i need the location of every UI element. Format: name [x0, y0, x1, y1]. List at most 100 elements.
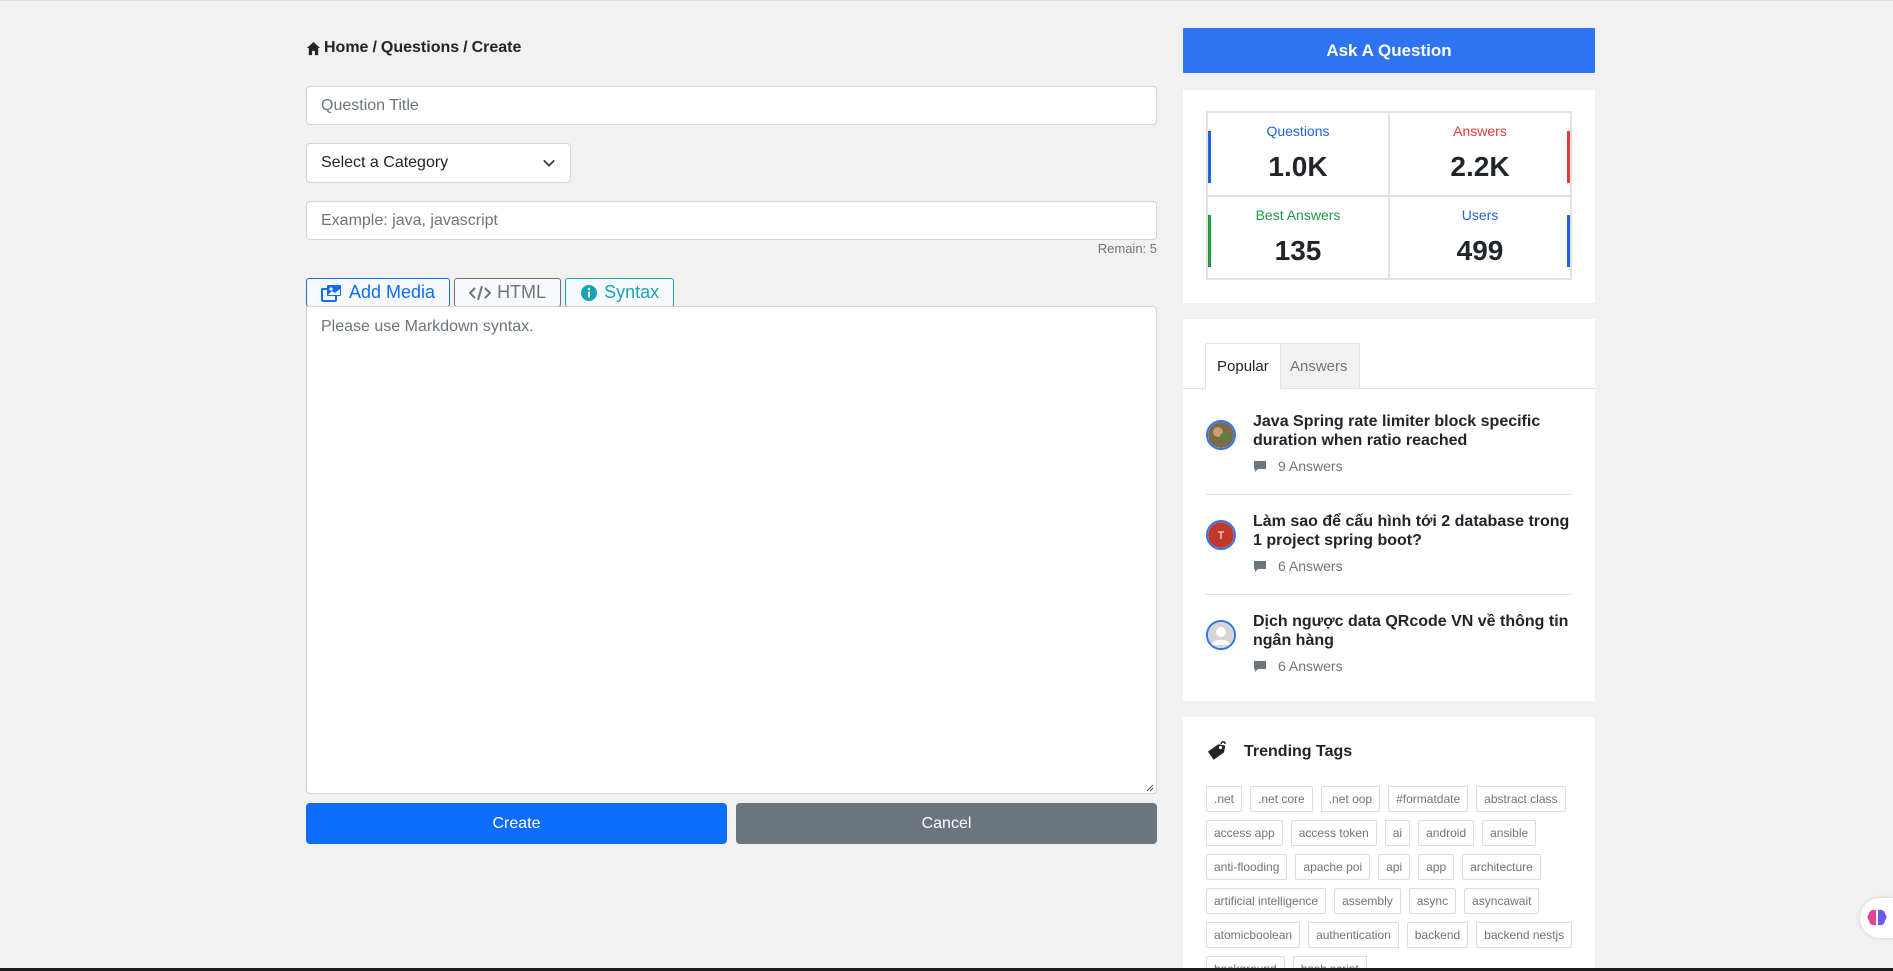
- breadcrumb-create: Create: [471, 39, 522, 56]
- divider: [1206, 594, 1572, 595]
- tag-chip[interactable]: .net oop: [1320, 786, 1381, 812]
- default-user-icon: [1208, 622, 1234, 648]
- popular-item-answers: 9 Answers: [1278, 458, 1343, 474]
- brain-icon: [1867, 909, 1886, 926]
- stat-questions-label: Questions: [1266, 123, 1330, 139]
- category-select-value: Select a Category: [321, 154, 449, 171]
- user-photo-icon: [1208, 422, 1234, 448]
- popular-item-meta: 6 Answers: [1253, 658, 1343, 674]
- tags-remaining-count: Remain: 5: [1097, 241, 1157, 256]
- breadcrumb: Home / Questions / Create: [306, 39, 521, 57]
- info-icon: [581, 284, 598, 301]
- avatar[interactable]: [1206, 420, 1236, 450]
- tab-popular[interactable]: Popular: [1205, 343, 1281, 390]
- stat-answers: Answers 2.2K: [1389, 112, 1571, 196]
- stat-questions-value: 1.0K: [1268, 151, 1328, 182]
- tag-chip[interactable]: access token: [1290, 820, 1377, 846]
- stats-card: Questions 1.0K Answers 2.2K Best Answers…: [1183, 90, 1595, 303]
- tag-chip[interactable]: abstract class: [1476, 786, 1566, 812]
- tag-chip[interactable]: apache poi: [1295, 854, 1371, 880]
- popular-item-meta: 9 Answers: [1253, 458, 1343, 474]
- syntax-label: Syntax: [604, 282, 660, 302]
- create-button[interactable]: Create: [306, 803, 727, 844]
- tag-chip[interactable]: .net core: [1250, 786, 1313, 812]
- cancel-button[interactable]: Cancel: [736, 803, 1157, 844]
- tag-chip[interactable]: anti-flooding: [1206, 854, 1288, 880]
- add-media-label: Add Media: [349, 282, 436, 302]
- question-title-input[interactable]: [306, 86, 1157, 125]
- tag-chip[interactable]: backend nestjs: [1476, 922, 1573, 948]
- tag-chip[interactable]: android: [1418, 820, 1475, 846]
- tag-chip[interactable]: app: [1418, 854, 1455, 880]
- stat-accent-bar: [1567, 131, 1570, 183]
- comment-icon: [1254, 560, 1266, 572]
- tags-input[interactable]: [306, 201, 1157, 240]
- tag-chip[interactable]: access app: [1206, 820, 1283, 846]
- tag-chip[interactable]: authentication: [1308, 922, 1399, 948]
- stat-best-answers-label: Best Answers: [1255, 206, 1341, 223]
- avatar[interactable]: [1206, 620, 1236, 650]
- tag-chip[interactable]: asyncawait: [1464, 888, 1540, 914]
- html-label: HTML: [497, 282, 547, 302]
- syntax-button[interactable]: Syntax: [565, 278, 675, 307]
- home-icon: [306, 41, 321, 55]
- popular-item-answers: 6 Answers: [1278, 658, 1343, 674]
- divider: [1206, 494, 1572, 495]
- tag-chip[interactable]: ansible: [1482, 820, 1537, 846]
- tag-chip[interactable]: api: [1378, 854, 1411, 880]
- trending-tags-card: Trending Tags .net .net core .net oop #f…: [1183, 717, 1595, 971]
- popular-tabs: Answers Popular: [1183, 343, 1595, 390]
- stat-best-answers: Best Answers 135: [1207, 195, 1389, 279]
- breadcrumb-questions[interactable]: Questions: [381, 39, 459, 57]
- popular-item-title[interactable]: Java Spring rate limiter block specific …: [1253, 412, 1572, 450]
- trending-tags-title: Trending Tags: [1244, 743, 1353, 760]
- tag-chip[interactable]: architecture: [1462, 854, 1541, 880]
- user-initial-icon: T: [1208, 522, 1234, 548]
- html-button[interactable]: HTML: [454, 278, 562, 307]
- tag-chip[interactable]: artificial intelligence: [1206, 888, 1327, 914]
- tag-chip[interactable]: ai: [1384, 820, 1411, 846]
- stats-grid: Questions 1.0K Answers 2.2K Best Answers…: [1206, 111, 1572, 280]
- popular-item-title[interactable]: Dịch ngược data QRcode VN về thông tin n…: [1253, 612, 1572, 650]
- comment-icon: [1254, 460, 1266, 472]
- resize-handle-icon[interactable]: [1146, 784, 1154, 792]
- popular-item-answers: 6 Answers: [1278, 558, 1343, 574]
- add-media-button[interactable]: Add Media: [306, 278, 451, 307]
- tag-icon: [1207, 741, 1226, 760]
- popular-card: Answers Popular Java Spring rate limiter…: [1183, 319, 1595, 701]
- images-icon: [321, 284, 341, 302]
- stat-best-answers-value: 135: [1274, 234, 1322, 266]
- tag-chip[interactable]: assembly: [1334, 888, 1401, 914]
- breadcrumb-home[interactable]: Home: [324, 39, 368, 57]
- avatar-letter: T: [1218, 530, 1225, 542]
- comment-icon: [1254, 660, 1266, 672]
- stat-users-label: Users: [1461, 206, 1499, 223]
- stat-users-value: 499: [1456, 234, 1504, 266]
- tag-list: .net .net core .net oop #formatdate abst…: [1206, 786, 1576, 971]
- tag-chip[interactable]: backend: [1406, 922, 1469, 948]
- stat-users: Users 499: [1389, 195, 1571, 279]
- tag-chip[interactable]: .net: [1206, 786, 1243, 812]
- stat-answers-value: 2.2K: [1450, 151, 1510, 182]
- stat-questions: Questions 1.0K: [1207, 112, 1389, 196]
- tag-chip[interactable]: #formatdate: [1388, 786, 1469, 812]
- popular-item-meta: 6 Answers: [1253, 558, 1343, 574]
- stat-accent-bar: [1208, 131, 1211, 183]
- tag-chip[interactable]: async: [1408, 888, 1457, 914]
- question-body-textarea[interactable]: [306, 306, 1157, 794]
- chevron-down-icon: [543, 159, 555, 167]
- stat-accent-bar: [1567, 214, 1570, 267]
- avatar[interactable]: T: [1206, 520, 1236, 550]
- category-select[interactable]: Select a Category: [306, 143, 571, 183]
- ask-question-button[interactable]: Ask A Question: [1183, 28, 1595, 73]
- assistant-widget-button[interactable]: [1860, 898, 1893, 938]
- tab-answers[interactable]: Answers: [1278, 343, 1360, 389]
- breadcrumb-separator: /: [463, 39, 468, 56]
- stat-accent-bar: [1208, 214, 1211, 267]
- editor-toolbar: Add Media HTML Syntax: [306, 278, 675, 307]
- trending-tags-header: Trending Tags: [1206, 741, 1352, 763]
- popular-item-title[interactable]: Làm sao để cấu hình tới 2 database trong…: [1253, 512, 1572, 550]
- breadcrumb-separator: /: [372, 39, 377, 56]
- tag-chip[interactable]: atomicboolean: [1206, 922, 1301, 948]
- stat-answers-label: Answers: [1453, 123, 1507, 139]
